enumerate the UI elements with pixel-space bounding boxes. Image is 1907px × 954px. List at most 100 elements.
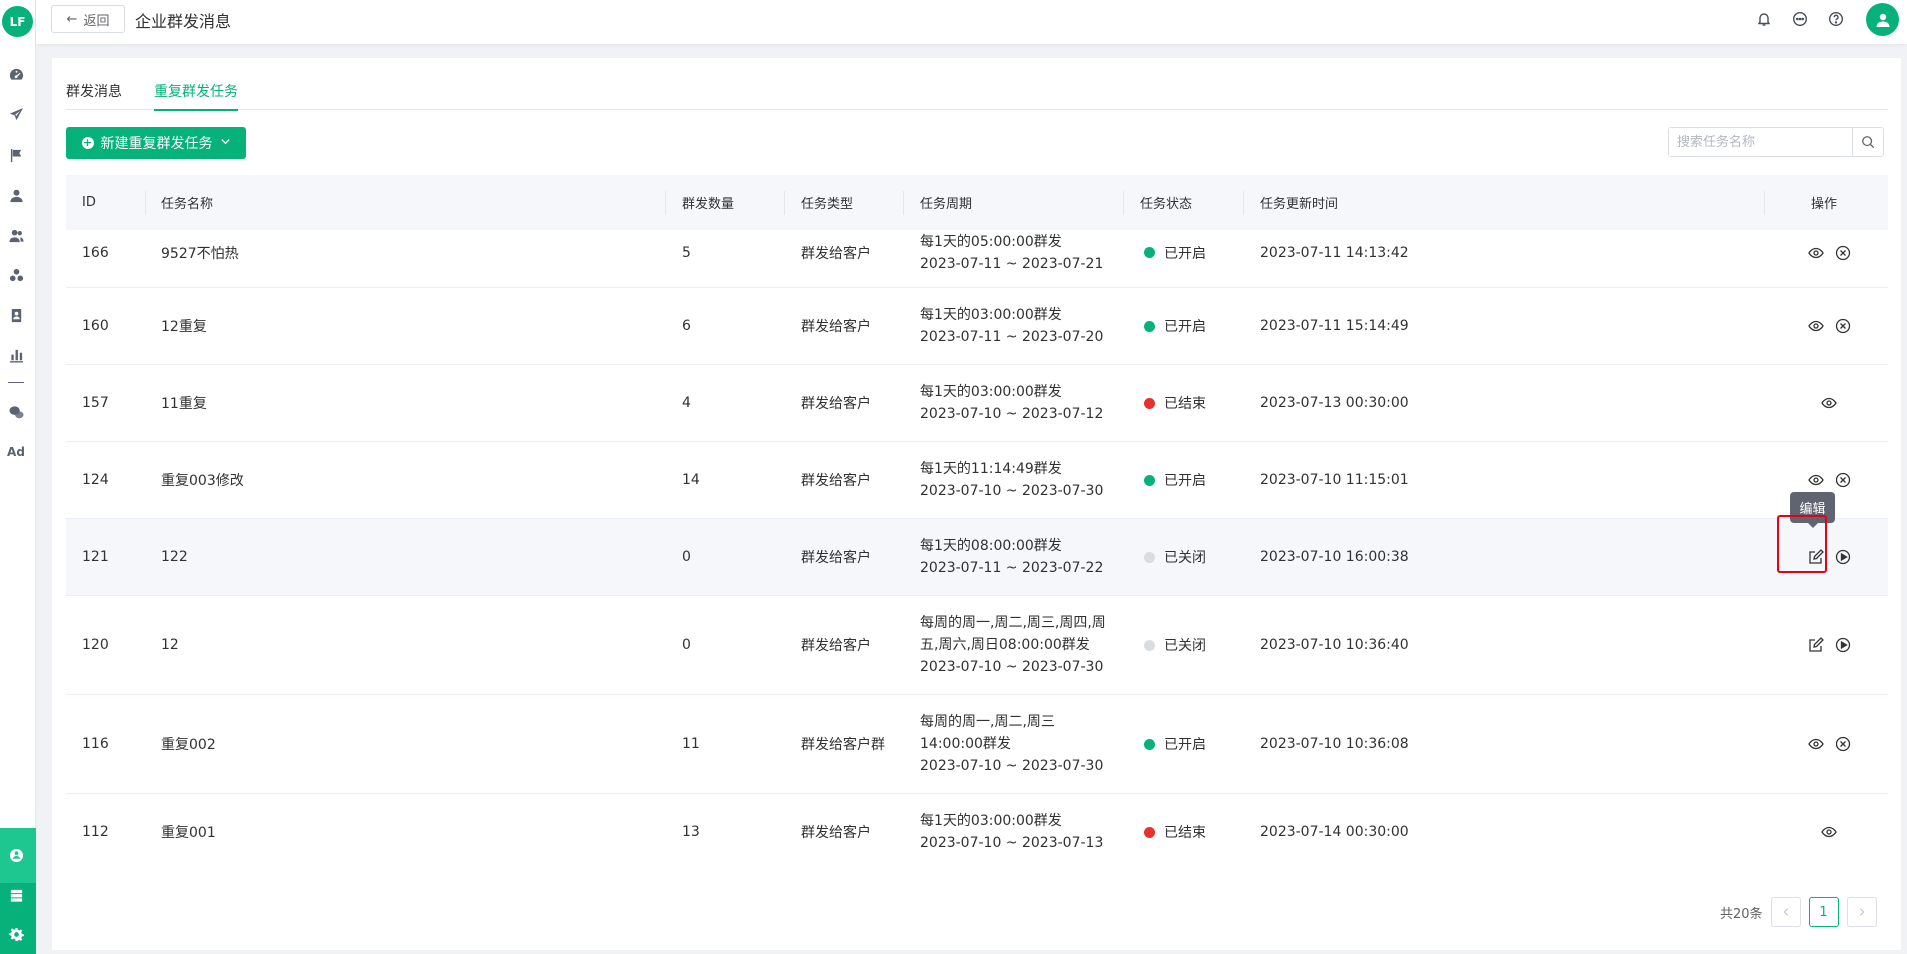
table-row[interactable]: 120 12 0 群发给客户 每周的周一,周二,周三,周四,周 五,周六,周日08:00:… [66,596,1888,695]
tab-repeat-tasks[interactable]: 重复群发任务 [154,81,238,111]
user-icon[interactable] [6,185,26,205]
cell-type: 群发给客户 [801,550,871,566]
close-circle-icon[interactable] [1834,736,1851,753]
users-icon[interactable] [6,225,26,245]
cell-count: 14 [682,472,700,488]
cell-type: 群发给客户 [801,638,871,654]
storage-icon[interactable] [6,885,26,905]
cell-status: 已开启 [1144,695,1206,793]
status-dot [1144,738,1155,750]
page-number-button[interactable]: 1 [1808,897,1839,927]
highlight-box [1777,515,1827,573]
cell-updated: 2023-07-10 10:36:08 [1260,736,1409,752]
new-repeat-task-button[interactable]: + 新建重复群发任务 [66,127,246,159]
group-icon[interactable] [6,265,26,285]
dashboard-icon[interactable] [6,64,26,84]
status-dot [1144,551,1155,563]
period-line: 每周的周一,周二,周三,周四,周 [920,615,1106,631]
gear-icon[interactable] [6,924,26,944]
column-header-type: 任务类型 [801,197,854,212]
table-row[interactable]: 160 12重复 6 群发给客户 每1天的03:00:00群发 2023-07-11 ~ … [66,288,1888,365]
cell-count: 0 [682,637,691,653]
eye-icon[interactable] [1820,824,1837,841]
period-line: 2023-07-10 ~ 2023-07-12 [920,406,1104,422]
cell-actions [1807,288,1851,364]
send-icon[interactable] [6,104,26,124]
status-dot [1144,639,1155,651]
message-icon[interactable] [1791,10,1809,28]
status-label: 已结束 [1164,825,1206,841]
bar-chart-icon[interactable] [6,345,26,365]
sidebar-ad-label[interactable]: Ad [6,442,26,462]
status-dot [1144,826,1155,838]
tab-broadcast-messages[interactable]: 群发消息 [66,81,122,109]
close-circle-icon[interactable] [1834,244,1851,261]
total-count: 共20条 [1720,906,1763,922]
column-divider [1123,191,1124,215]
eye-icon[interactable] [1820,395,1837,412]
cell-period: 每1天的05:00:00群发 2023-07-11 ~ 2023-07-21 [920,230,1103,281]
next-page-button[interactable] [1846,897,1877,927]
column-divider [1243,191,1244,215]
user-avatar[interactable] [1866,3,1899,36]
eye-icon[interactable] [1807,318,1824,335]
period-line: 每1天的03:00:00群发 [920,813,1062,829]
help-icon[interactable] [1827,10,1845,28]
arrow-left-icon: ← [66,11,78,27]
table-row[interactable]: 166 9527不怕热 5 群发给客户 每1天的05:00:00群发 2023-07-11… [66,230,1888,288]
prev-page-button[interactable] [1770,897,1801,927]
status-label: 已结束 [1164,396,1206,412]
bell-icon[interactable] [1755,10,1773,28]
column-divider [784,191,785,215]
cell-task-name: 12重复 [161,319,207,335]
logo[interactable]: LF [2,6,33,37]
task-table: ID 任务名称 群发数量 任务类型 任务周期 任务状态 任务更新时间 操作 16… [66,175,1888,850]
table-row[interactable]: 121 122 0 群发给客户 每1天的08:00:00群发 2023-07-11 ~ 2… [66,519,1888,596]
period-line: 2023-07-10 ~ 2023-07-30 [920,483,1104,499]
table-row[interactable]: 116 重复002 11 群发给客户群 每周的周一,周二,周三 14:00:00群发 202… [66,695,1888,794]
period-line: 2023-07-11 ~ 2023-07-22 [920,560,1104,576]
avatar-user-icon [1876,13,1889,27]
table-row[interactable]: 124 重复003修改 14 群发给客户 每1天的11:14:49群发 2023-07-1… [66,442,1888,519]
eye-icon[interactable] [1807,244,1824,261]
period-line: 每1天的05:00:00群发 [920,233,1062,250]
close-circle-icon[interactable] [1834,472,1851,489]
search-input[interactable] [1669,128,1852,156]
eye-icon[interactable] [1807,472,1824,489]
cell-actions [1807,695,1851,793]
new-repeat-task-label: 新建重复群发任务 [100,136,213,152]
cell-id: 157 [82,395,109,411]
page-title: 企业群发消息 [135,12,232,31]
cell-type: 群发给客户群 [801,737,885,753]
cell-type: 群发给客户 [801,245,871,262]
cell-period: 每1天的03:00:00群发 2023-07-10 ~ 2023-07-13 [920,794,1103,850]
table-row[interactable]: 112 重复001 13 群发给客户 每1天的03:00:00群发 2023-07-10 … [66,794,1888,850]
contact-book-icon[interactable] [6,305,26,325]
column-header-status: 任务状态 [1140,197,1193,212]
chat-group-icon[interactable] [6,845,26,865]
column-divider [903,191,904,215]
table-row[interactable]: 157 11重复 4 群发给客户 每1天的03:00:00群发 2023-07-10 ~ … [66,365,1888,442]
cell-id: 166 [82,244,109,261]
column-header-updated: 任务更新时间 [1260,197,1339,212]
period-line: 2023-07-11 ~ 2023-07-20 [920,329,1104,345]
wechat-icon[interactable] [6,402,26,422]
status-label: 已开启 [1164,473,1206,489]
period-line: 2023-07-10 ~ 2023-07-30 [920,659,1104,675]
play-circle-icon[interactable] [1834,637,1851,654]
cell-task-name: 12 [161,637,179,653]
flag-icon[interactable] [6,145,26,165]
period-line: 2023-07-10 ~ 2023-07-13 [920,835,1104,850]
cell-id: 124 [82,472,109,488]
search-button[interactable] [1852,128,1883,156]
close-circle-icon[interactable] [1834,318,1851,335]
cell-status: 已开启 [1144,288,1206,364]
play-circle-icon[interactable] [1834,549,1851,566]
cell-type: 群发给客户 [801,473,871,489]
cell-period: 每1天的11:14:49群发 2023-07-10 ~ 2023-07-30 [920,442,1103,518]
cell-count: 6 [682,318,691,334]
edit-icon[interactable] [1807,637,1824,654]
eye-icon[interactable] [1807,736,1824,753]
status-label: 已关闭 [1164,638,1206,654]
back-button[interactable]: ← 返回 [51,5,125,33]
